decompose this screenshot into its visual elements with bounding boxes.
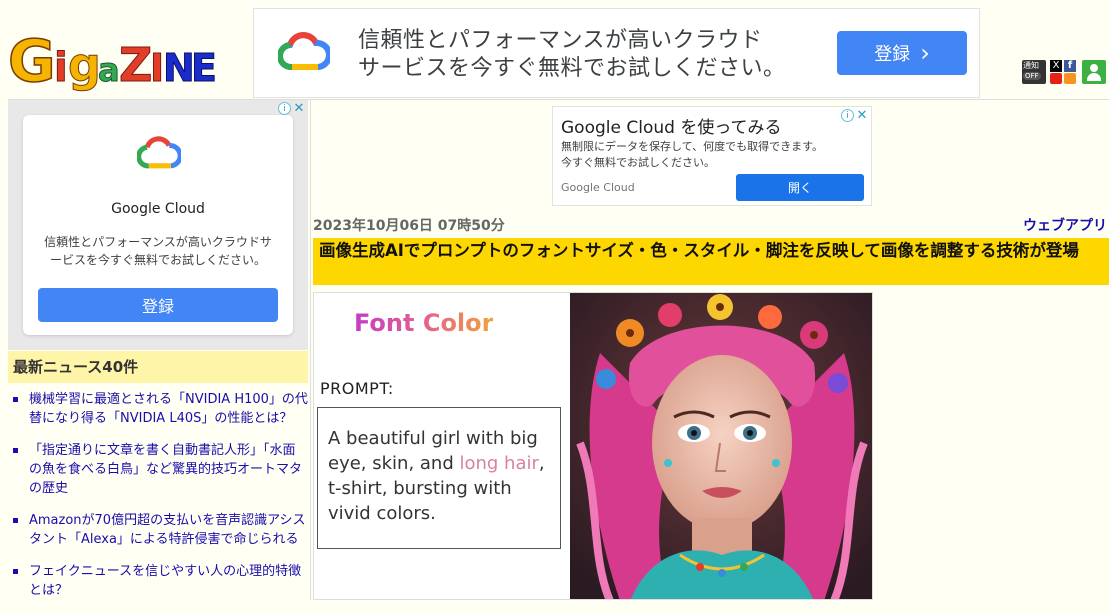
google-cloud-icon <box>278 32 330 71</box>
notification-toggle-icon[interactable]: 通知 OFF <box>1022 60 1046 84</box>
figure-prompt-panel: Font Color PROMPT: A beautiful girl with… <box>314 293 569 599</box>
header-social-icons: 通知 OFF X f <box>1020 58 1109 88</box>
sidebar-ad-register-button[interactable]: 登録 <box>38 288 278 322</box>
svg-text:a: a <box>98 51 120 89</box>
prompt-box: A beautiful girl with big eye, skin, and… <box>317 407 561 549</box>
top-ad-line1: 信頼性とパフォーマンスが高いクラウド <box>358 28 763 53</box>
inline-ad[interactable]: i ✕ Google Cloud を使ってみる 無制限にデータを保存して、何度で… <box>552 106 872 206</box>
figure-heading-text: Font Color <box>354 309 494 337</box>
generated-portrait-image <box>570 293 872 599</box>
news-item[interactable]: Amazonが70億円超の支払いを音声認識アシスタント「Alexa」による特許侵… <box>8 511 308 549</box>
portrait-illustration <box>570 293 872 599</box>
sidebar-adchoice-icon[interactable]: i <box>278 102 291 115</box>
svg-text:E: E <box>191 46 217 90</box>
sidebar-ad[interactable]: i ✕ Google Cloud 信頼性とパフォーマンスが高いクラウドサービスを… <box>8 100 308 350</box>
news-item[interactable]: 「指定通りに文章を書く自動書記人形」「水面の魚を食べる白鳥」など驚異的技巧オート… <box>8 441 308 498</box>
notify-state: OFF <box>1023 72 1041 80</box>
svg-text:Z: Z <box>119 38 152 92</box>
inline-ad-open-button[interactable]: 開く <box>736 174 864 201</box>
prompt-label: PROMPT: <box>320 379 394 398</box>
inline-ad-desc: 無制限にデータを保存して、何度でも取得できます。 今すぐ無料でお試しください。 <box>561 139 823 171</box>
latest-news-list: 機械学習に最適とされる「NVIDIA H100」の代替になり得る「NVIDIA … <box>8 390 308 613</box>
top-ad-button-label: 登録 <box>874 44 911 65</box>
youtube-icon[interactable] <box>1050 73 1062 84</box>
gigazine-logo-graphic: G i g a Z I N E <box>7 26 217 96</box>
facebook-icon[interactable]: f <box>1064 60 1076 72</box>
news-item[interactable]: 機械学習に最適とされる「NVIDIA H100」の代替になり得る「NVIDIA … <box>8 390 308 428</box>
latest-news-heading: 最新ニュース40件 <box>8 351 308 383</box>
article-date: 2023年10月06日 07時50分 <box>313 218 505 234</box>
column-divider <box>310 100 311 600</box>
article-category-link[interactable]: ウェブアプリ <box>1023 215 1107 235</box>
inline-ad-desc-line2: 今すぐ無料でお試しください。 <box>561 156 715 169</box>
sidebar-ad-desc: 信頼性とパフォーマンスが高いクラウドサービスを今すぐ無料でお試しください。 <box>44 235 272 267</box>
site-logo[interactable]: G i g a Z I N E <box>7 26 218 96</box>
svg-text:G: G <box>8 27 56 94</box>
article-figure: Font Color PROMPT: A beautiful girl with… <box>313 292 873 600</box>
figure-heading: Font Color <box>354 309 493 337</box>
inline-ad-brand: Google Cloud <box>561 181 635 194</box>
user-account-icon[interactable] <box>1082 60 1106 84</box>
top-ad-line2: サービスを今すぐ無料でお試しください。 <box>358 56 786 81</box>
inline-ad-desc-line1: 無制限にデータを保存して、何度でも取得できます。 <box>561 140 824 153</box>
chevron-right-icon: › <box>920 39 930 67</box>
sidebar-ad-brand: Google Cloud <box>111 201 205 217</box>
inline-ad-close-icon[interactable]: ✕ <box>855 109 869 123</box>
top-banner-ad[interactable]: 信頼性とパフォーマンスが高いクラウド サービスを今すぐ無料でお試しください。 登… <box>253 8 980 98</box>
sidebar-ad-card[interactable]: Google Cloud 信頼性とパフォーマンスが高いクラウドサービスを今すぐ無… <box>23 115 293 335</box>
article-title: 画像生成AIでプロンプトのフォントサイズ・色・スタイル・脚注を反映して画像を調整… <box>313 238 1109 285</box>
x-icon[interactable]: X <box>1050 60 1062 72</box>
news-item[interactable]: フェイクニュースを信じやすい人の心理的特徴とは？ <box>8 562 308 600</box>
inline-ad-title: Google Cloud を使ってみる <box>561 118 782 138</box>
top-ad-text: 信頼性とパフォーマンスが高いクラウド サービスを今すぐ無料でお試しください。 <box>358 27 798 83</box>
sidebar-ad-close-icon[interactable]: ✕ <box>292 102 306 116</box>
google-cloud-icon <box>137 136 181 169</box>
svg-text:i: i <box>54 45 68 91</box>
rss-icon[interactable] <box>1064 73 1076 84</box>
inline-adchoice-icon[interactable]: i <box>841 109 854 122</box>
svg-text:g: g <box>68 38 101 92</box>
top-ad-register-button[interactable]: 登録 › <box>837 31 967 75</box>
notify-label: 通知 <box>1023 61 1039 70</box>
prompt-text-highlight: long hair <box>459 453 539 474</box>
